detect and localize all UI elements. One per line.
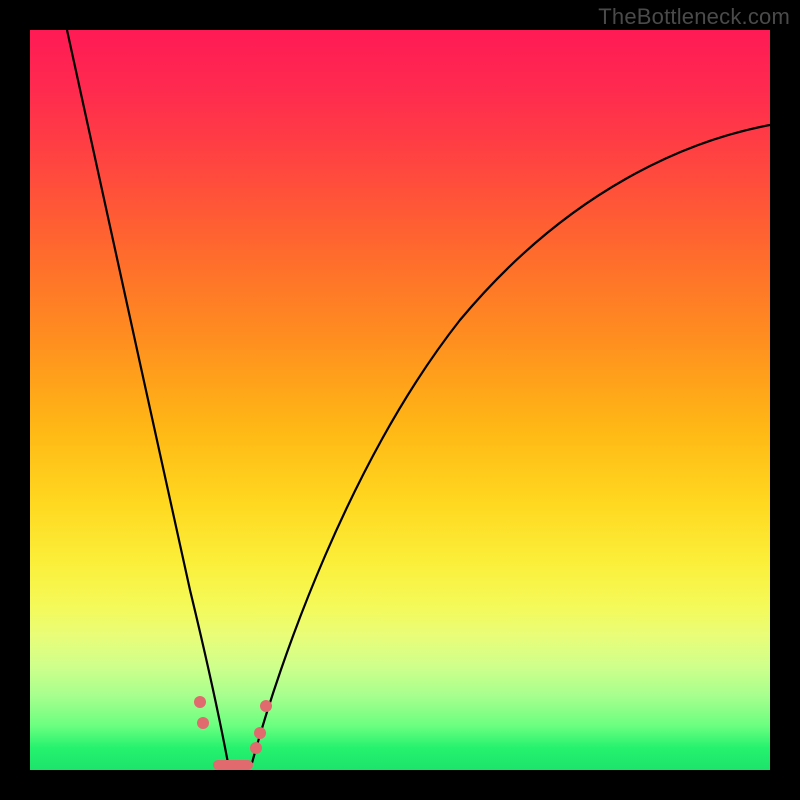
watermark-text: TheBottleneck.com — [598, 4, 790, 30]
accent-dot — [260, 700, 272, 712]
accent-dot — [254, 727, 266, 739]
accent-dot — [194, 696, 206, 708]
chart-frame: TheBottleneck.com — [0, 0, 800, 800]
accent-dot — [250, 742, 262, 754]
plot-area — [30, 30, 770, 770]
accent-dot — [197, 717, 209, 729]
curves-svg — [30, 30, 770, 770]
curve-right-branch — [252, 125, 770, 763]
curve-left-branch — [67, 30, 228, 763]
